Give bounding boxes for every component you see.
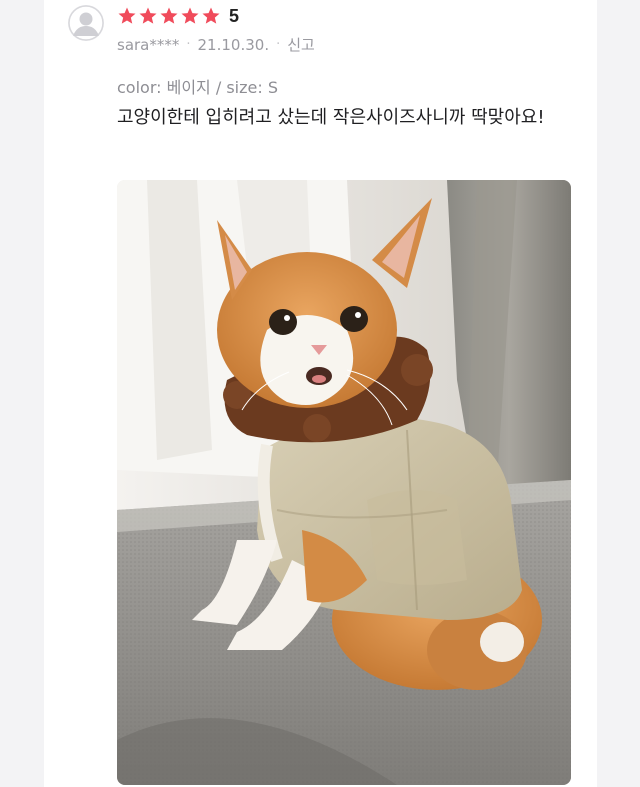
star-icon	[181, 7, 199, 24]
star-icon	[118, 7, 136, 24]
cat-in-vest-photo	[117, 180, 571, 785]
review-meta: sara**** · 21.10.30. · 신고	[117, 34, 315, 55]
star-rating	[117, 6, 221, 26]
user-silhouette-icon	[68, 5, 104, 41]
star-icon	[160, 7, 178, 24]
star-icon	[139, 7, 157, 24]
author-name: sara****	[117, 35, 180, 54]
report-button[interactable]: 신고	[287, 34, 315, 55]
rating-value: 5	[229, 5, 240, 26]
review-date: 21.10.30.	[197, 35, 270, 54]
purchased-option: color: 베이지 / size: S	[117, 78, 278, 97]
review-body: 고양이한테 입히려고 샀는데 작은사이즈사니까 딱맞아요!	[117, 107, 545, 128]
separator-dot: ·	[186, 37, 191, 52]
star-icon	[202, 7, 220, 24]
separator-dot: ·	[276, 37, 281, 52]
review-photo[interactable]	[117, 180, 571, 785]
reviewer-avatar	[68, 5, 104, 41]
rating-row: 5	[117, 4, 239, 28]
